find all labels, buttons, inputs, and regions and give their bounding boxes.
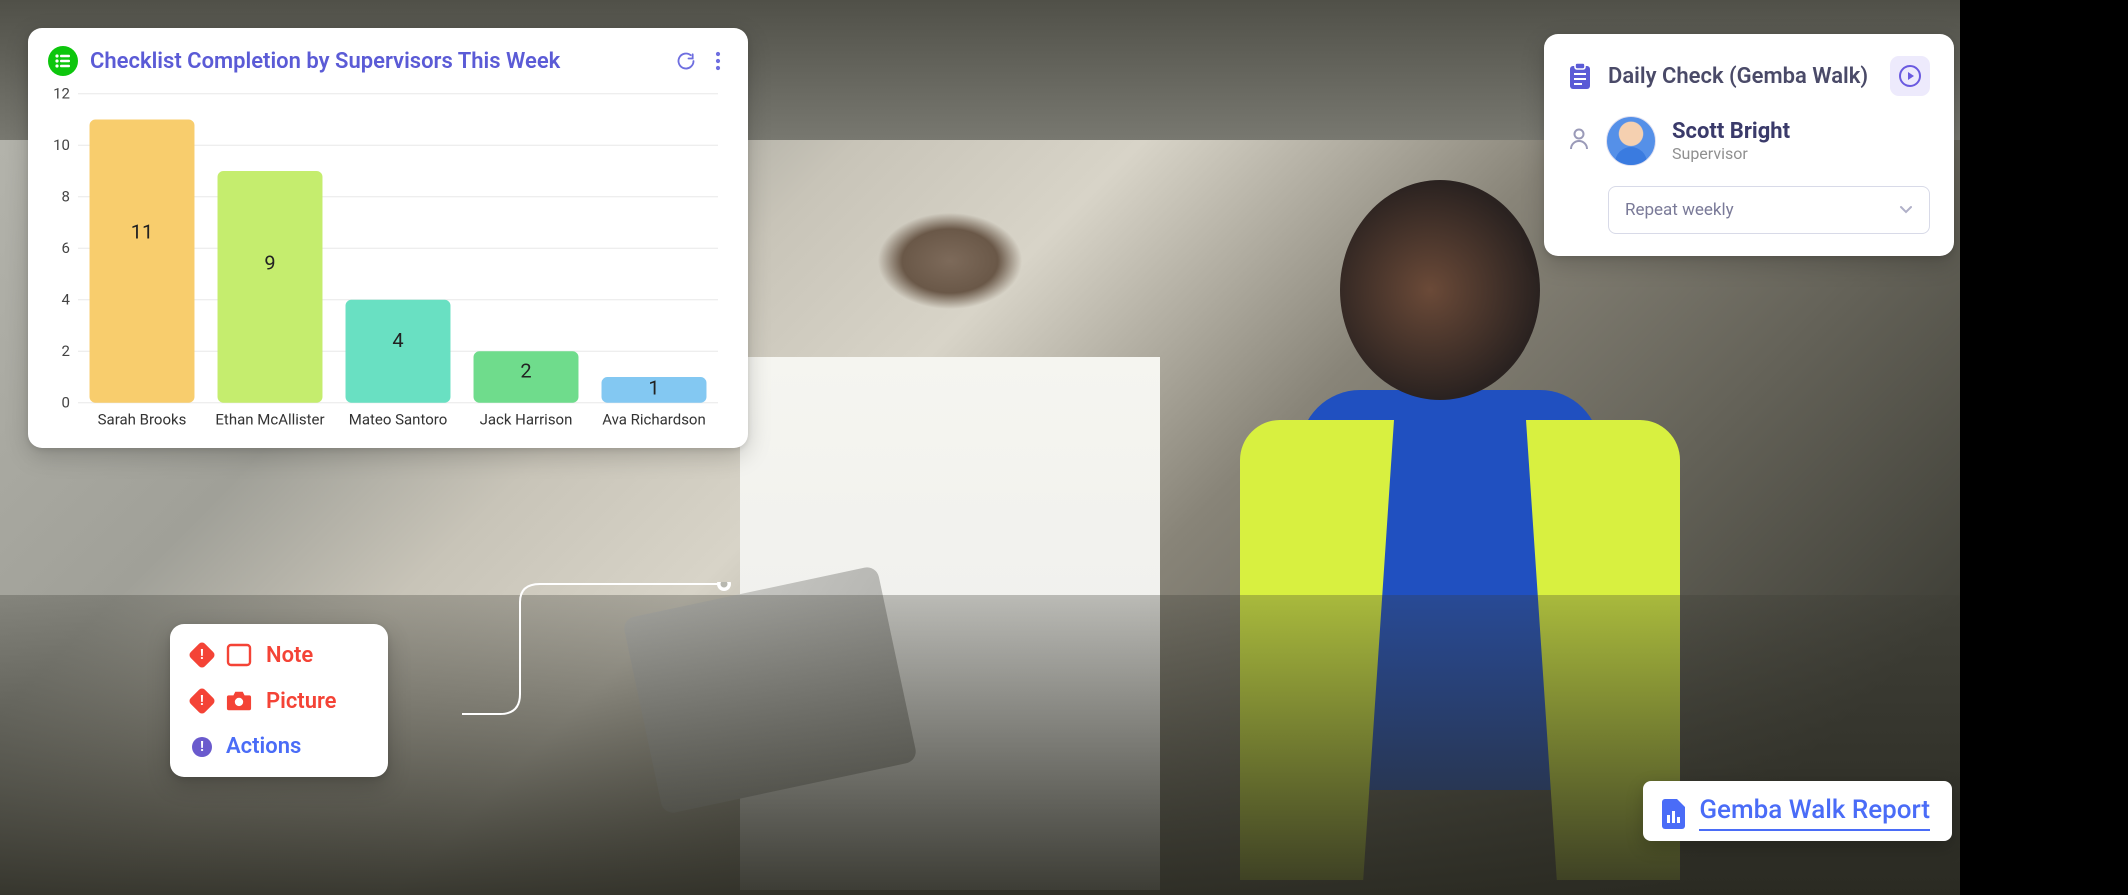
assignee-card: Daily Check (Gemba Walk) Scott Bright Su…: [1544, 34, 1954, 256]
y-tick-label: 10: [53, 136, 70, 154]
y-tick-label: 6: [62, 239, 70, 257]
repeat-select[interactable]: Repeat weekly: [1608, 186, 1930, 234]
chart-header: Checklist Completion by Supervisors This…: [48, 46, 728, 76]
list-icon: [48, 46, 78, 76]
report-label: Gemba Walk Report: [1699, 795, 1930, 831]
more-icon[interactable]: [708, 51, 728, 71]
x-tick-label: Ethan McAllister: [215, 410, 324, 428]
action-item-note[interactable]: ! Note: [192, 642, 366, 668]
x-tick-label: Sarah Brooks: [98, 410, 187, 428]
chart-title: Checklist Completion by Supervisors This…: [90, 49, 664, 74]
bar-chart: 02468101211Sarah Brooks9Ethan McAllister…: [48, 84, 728, 436]
assignee-text: Scott Bright Supervisor: [1672, 119, 1790, 163]
note-label: Note: [266, 643, 313, 668]
assignee-name: Scott Bright: [1672, 119, 1790, 144]
chevron-down-icon: [1899, 205, 1913, 215]
x-tick-label: Mateo Santoro: [349, 410, 448, 428]
action-item-picture[interactable]: ! Picture: [192, 688, 366, 714]
repeat-value: Repeat weekly: [1625, 200, 1734, 220]
person-photo-left: [740, 150, 1160, 890]
tablet-photo: [622, 565, 918, 815]
y-tick-label: 4: [62, 291, 70, 309]
alert-icon: !: [188, 687, 216, 715]
person-photo-right: [1200, 180, 1700, 890]
refresh-icon[interactable]: [676, 51, 696, 71]
alert-icon: !: [188, 641, 216, 669]
y-tick-label: 12: [53, 85, 70, 103]
clipboard-icon: [1568, 62, 1592, 90]
avatar: [1606, 116, 1656, 166]
bar-value-label: 1: [648, 377, 659, 400]
assignee-person-row: Scott Bright Supervisor: [1568, 116, 1930, 166]
bar-value-label: 2: [520, 360, 531, 383]
actions-label: Actions: [226, 734, 301, 759]
assignee-title-row: Daily Check (Gemba Walk): [1568, 56, 1930, 96]
play-button[interactable]: [1890, 56, 1930, 96]
camera-icon: [226, 688, 252, 714]
report-icon: [1661, 799, 1685, 827]
y-tick-label: 2: [62, 342, 70, 360]
bar-value-label: 9: [264, 252, 275, 275]
actions-menu-card: ! Note ! Picture ! Actions: [170, 624, 388, 777]
y-tick-label: 0: [62, 394, 70, 412]
report-link[interactable]: Gemba Walk Report: [1643, 781, 1952, 841]
checklist-title: Daily Check (Gemba Walk): [1608, 64, 1874, 89]
note-icon: [226, 642, 252, 668]
bar: [218, 171, 323, 403]
action-item-actions[interactable]: ! Actions: [192, 734, 366, 759]
y-tick-label: 8: [62, 188, 70, 206]
chart-card: Checklist Completion by Supervisors This…: [28, 28, 748, 448]
x-tick-label: Ava Richardson: [602, 410, 706, 428]
person-icon: [1568, 127, 1590, 155]
info-icon: !: [192, 737, 212, 757]
bar-value-label: 4: [392, 329, 403, 352]
picture-label: Picture: [266, 689, 337, 714]
bar-value-label: 11: [131, 221, 153, 244]
x-tick-label: Jack Harrison: [480, 410, 573, 428]
bar: [90, 120, 195, 403]
assignee-role: Supervisor: [1672, 144, 1790, 163]
